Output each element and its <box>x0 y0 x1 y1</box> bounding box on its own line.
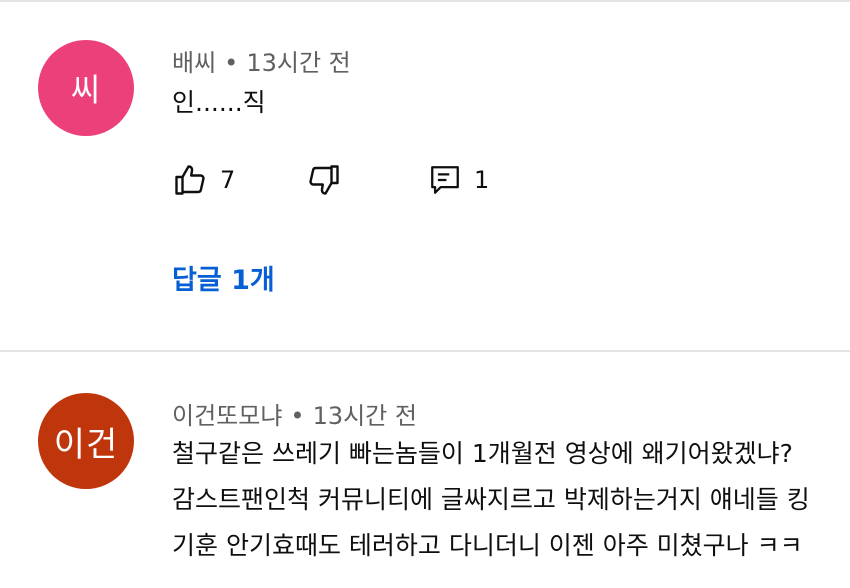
comment-timestamp[interactable]: 13시간 전 <box>246 49 350 77</box>
reply-count: 1 <box>474 166 490 194</box>
comment-text-line: 기훈 안기효때도 테러하고 다니더니 이젠 아주 미쳤구나 ㅋㅋ <box>172 531 803 560</box>
reply-button[interactable]: 1 <box>428 160 489 200</box>
thumb-up-icon <box>175 165 205 195</box>
avatar[interactable]: 씨 <box>38 40 134 136</box>
comment-text: 인......직 <box>172 80 266 126</box>
avatar-text: 씨 <box>70 71 102 109</box>
like-button[interactable]: 7 <box>172 160 235 200</box>
avatar-text: 이건 <box>53 424 119 465</box>
avatar[interactable]: 이건 <box>38 393 134 489</box>
comment-text-line: 감스트팬인척 커뮤니티에 글싸지르고 박제하는거지 얘네들 킹 <box>172 485 810 514</box>
meta-separator: • <box>224 49 239 77</box>
top-divider <box>0 0 850 2</box>
comment-reply-icon <box>431 166 459 194</box>
comment-text-line: 철구같은 쓰레기 빠는놈들이 1개월전 영상에 왜기어왔겠냐? <box>172 439 793 468</box>
like-count: 7 <box>220 166 236 194</box>
comment-divider <box>0 350 850 352</box>
comment-meta: 배씨 • 13시간 전 <box>172 43 351 78</box>
comment-text-line: 인......직 <box>172 88 266 117</box>
comment-author[interactable]: 배씨 <box>172 49 216 77</box>
thumb-down-icon <box>309 165 339 195</box>
comment-meta: 이건또모냐 • 13시간 전 <box>172 396 417 431</box>
view-replies-link[interactable]: 답글 1개 <box>172 258 275 297</box>
comment-author[interactable]: 이건또모냐 <box>172 402 282 430</box>
meta-separator: • <box>290 402 305 430</box>
comment-timestamp[interactable]: 13시간 전 <box>313 402 417 430</box>
dislike-button[interactable] <box>306 160 342 200</box>
comment-text: 철구같은 쓰레기 빠는놈들이 1개월전 영상에 왜기어왔겠냐? 감스트팬인척 커… <box>172 431 850 569</box>
